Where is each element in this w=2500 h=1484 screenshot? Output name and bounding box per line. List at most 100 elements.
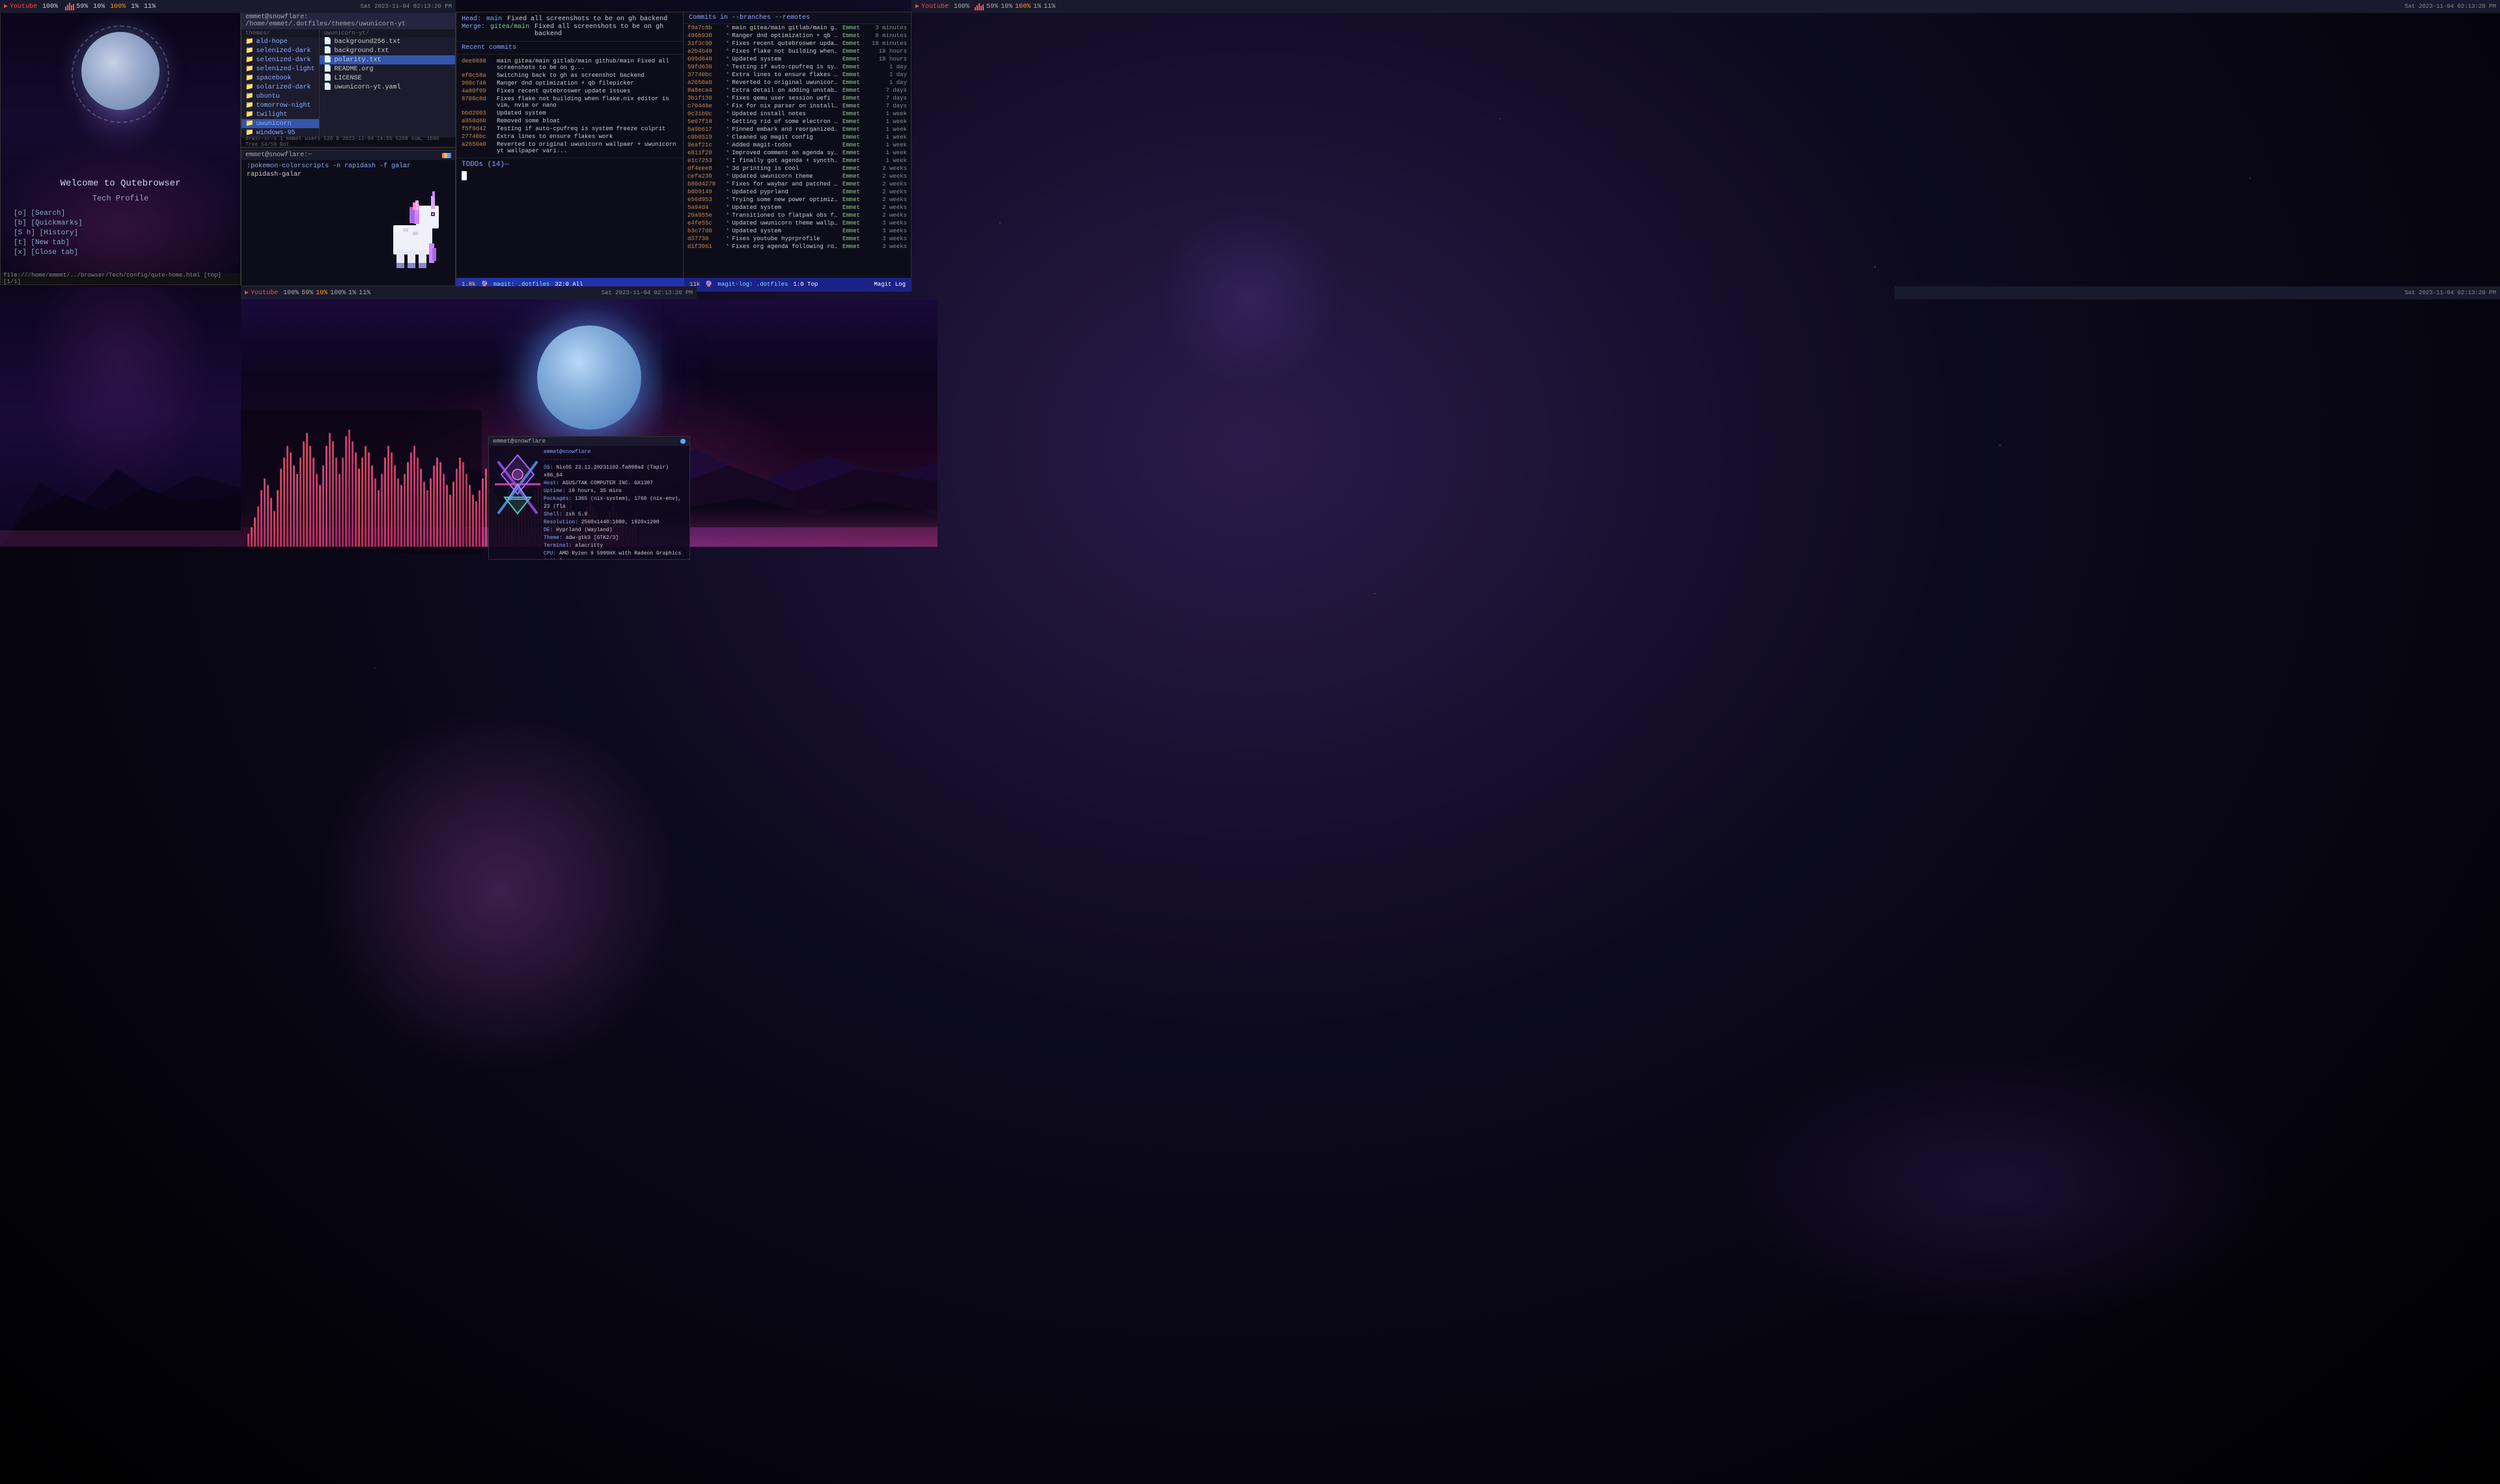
fm-file-bg[interactable]: 📄background.txt	[320, 46, 455, 55]
bottom-moon	[537, 325, 641, 430]
visualizer-bar	[423, 482, 425, 547]
visualizer-bar	[264, 478, 266, 547]
pokemon-cmd: :pokemon-colorscripts -n rapidash -f gal…	[247, 163, 450, 170]
visualizer-bar	[365, 446, 367, 547]
todos-header-text: TODOs (14)—	[462, 161, 509, 169]
fm-dir-sel2[interactable]: 📁selenized-dark	[242, 55, 319, 64]
visualizer-bar	[417, 458, 419, 547]
rc-item-3: 900c748 Ranger dnd optimization + qb fil…	[462, 79, 678, 87]
nf-cpu-val: AMD Ryzen 9 5900HX with Radeon Graphics …	[544, 551, 681, 560]
visualizer-bar	[479, 490, 480, 547]
visualizer-bar	[391, 452, 393, 547]
visualizer-bar	[384, 458, 386, 547]
rc-item-2: ef0c58a Switching back to gh as screensh…	[462, 72, 678, 79]
visualizer-bar	[296, 474, 298, 547]
qute-menu-history[interactable]: [S h] [History]	[14, 229, 227, 237]
fm-status: drwxr-xr-x 1 emmet users 528 B 2023-11-0…	[241, 137, 456, 147]
log-item-12: 0c31b0c * Updated install notes Emmet 1 …	[684, 110, 911, 118]
nf-host-label: Host:	[544, 480, 562, 486]
log-item-5: 099d848 * Updated system Emmet 18 hours	[684, 55, 911, 63]
visualizer-bar	[299, 458, 301, 547]
qute-menu-closetab[interactable]: [x] [Close tab]	[14, 249, 227, 256]
fm-dir-sel1[interactable]: 📁selenized-dark	[242, 46, 319, 55]
fm-file-readme[interactable]: 📄README.org	[320, 64, 455, 74]
topbar-bottom-s4: 1%	[348, 290, 356, 297]
visualizer-bar	[309, 446, 311, 547]
qute-menu-quickmarks[interactable]: [b] [Quickmarks]	[14, 219, 227, 227]
nf-host-val: ASUS/TAK COMPUTER INC. GX1307	[562, 480, 653, 486]
fm-file-yaml[interactable]: 📄uwunicorn-yt.yaml	[320, 83, 455, 92]
log-item-11: c70448e * Fix for nix parser on install.…	[684, 102, 911, 110]
fm-dir-tomorrow[interactable]: 📁tomorrow-night	[242, 101, 319, 110]
topbar-bottom-title: Youtube	[251, 290, 278, 297]
fm-dir-solardark[interactable]: 📁solarized-dark	[242, 83, 319, 92]
topbar-right-s1: 59%	[986, 3, 998, 10]
fm-file-license[interactable]: 📄LICENSE	[320, 74, 455, 83]
visualizer-bar	[293, 465, 295, 547]
topbar-bottom-bat: 100%	[283, 290, 299, 297]
visualizer-bar	[270, 498, 272, 547]
rc-item-5: 8700c8d Fixes flake not building when fl…	[462, 95, 678, 109]
log-item-16: 9eaf21c * Added magit-todos Emmet 1 week	[684, 141, 911, 149]
visualizer-bar	[482, 478, 484, 547]
visualizer-bar	[459, 458, 461, 547]
rc-item-4: 4a80f09 Fixes recent qutebroswer update …	[462, 87, 678, 95]
nf-uptime-val: 19 hours, 35 mins	[568, 488, 622, 494]
visualizer-bar	[251, 527, 253, 547]
fm-dir-spacebook[interactable]: 📁spacebook	[242, 74, 319, 83]
nf-win-controls	[680, 439, 686, 444]
nf-theme-label: Theme:	[544, 535, 566, 541]
visualizer-bar	[342, 458, 344, 547]
unicorn-svg	[367, 173, 452, 284]
topbar-stats2: 10%	[93, 3, 105, 10]
topbar-title: Youtube	[10, 3, 37, 10]
visualizer-bar	[303, 441, 305, 547]
todos-input	[462, 171, 678, 183]
visualizer-bar	[462, 462, 464, 547]
youtube-icon: ▶	[4, 3, 8, 10]
magit-log-list: f9a7c8b * main gitea/main gitlab/main gi…	[684, 24, 911, 277]
log-item-14: 5a9b617 * Pinned embark and reorganized …	[684, 126, 911, 133]
log-item-10: 3b1f130 * Fixes qemu user session uefi E…	[684, 94, 911, 102]
fm-dir-sellight[interactable]: 📁selenized-light	[242, 64, 319, 74]
nf-cpu-label: CPU:	[544, 551, 559, 556]
magit-log-icon: 🔮	[705, 281, 712, 288]
visualizer-bar	[374, 478, 376, 547]
qute-status-text: file:///home/emmet/../browser/Tech/confi…	[3, 272, 238, 285]
visualizer-bar	[426, 490, 428, 547]
log-item-29: d1f3961 * Fixes org agenda following roa…	[684, 243, 911, 251]
log-item-3: 31f3c90 * Fixes recent qutebroswer updat…	[684, 40, 911, 48]
neofetch-title: emmet@snowflare	[493, 438, 546, 445]
fm-dir-ubuntu[interactable]: 📁ubuntu	[242, 92, 319, 101]
fm-dir-uwunicorn[interactable]: 📁uwunicorn	[242, 119, 319, 128]
fm-dir-aldhope[interactable]: 📁ald-hope	[242, 37, 319, 46]
nf-terminal-val: alacritty	[575, 543, 603, 549]
nf-win-btn-1	[680, 439, 686, 444]
nf-uptime-label: Uptime:	[544, 488, 568, 494]
nf-shell-val: zsh 5.9	[566, 512, 588, 517]
fm-file-polarity[interactable]: 📄polarity.txt	[320, 55, 455, 64]
log-item-25: 29a955e * Transitioned to flatpak obs fo…	[684, 212, 911, 219]
visualizer-bar	[469, 485, 471, 547]
topbar-battery: 100%	[42, 3, 58, 10]
log-item-13: 5e67f18 * Getting rid of some electron p…	[684, 118, 911, 126]
visualizer-bar	[358, 469, 360, 547]
log-item-19: df4eee8 * 3d printing is cool Emmet 2 we…	[684, 165, 911, 172]
topbar-right-time: Sat 2023-11-04 02:13:20 PM	[2405, 3, 2496, 10]
fm-file-bg256[interactable]: 📄background256.txt	[320, 37, 455, 46]
qute-moon	[81, 32, 160, 110]
visualizer-bar	[420, 469, 422, 547]
rc-item-6: bbd2003 Updated system	[462, 109, 678, 117]
git-merge-msg: Fixed all screenshots to be on gh backen…	[535, 23, 678, 38]
todos-section: TODOs (14)—	[456, 158, 683, 186]
visualizer-bar	[452, 482, 454, 547]
qute-menu-newtab[interactable]: [t] [New tab]	[14, 239, 227, 247]
magit-log-panel: Commits in --branches --remotes f9a7c8b …	[684, 12, 911, 291]
magit-log-branch: magit-log: .dotfiles	[717, 281, 788, 288]
log-item-9: 8a8eca4 * Extra detail on adding unstabl…	[684, 87, 911, 94]
topbar-bottom-right: Sat 2023-11-04 02:13:20 PM	[1895, 286, 2500, 299]
fm-dir-twilight[interactable]: 📁twilight	[242, 110, 319, 119]
visualizer-bar	[348, 430, 350, 547]
qute-menu-search[interactable]: [o] [Search]	[14, 210, 227, 217]
log-item-18: e1c7253 * I finally got agenda + syncthi…	[684, 157, 911, 165]
